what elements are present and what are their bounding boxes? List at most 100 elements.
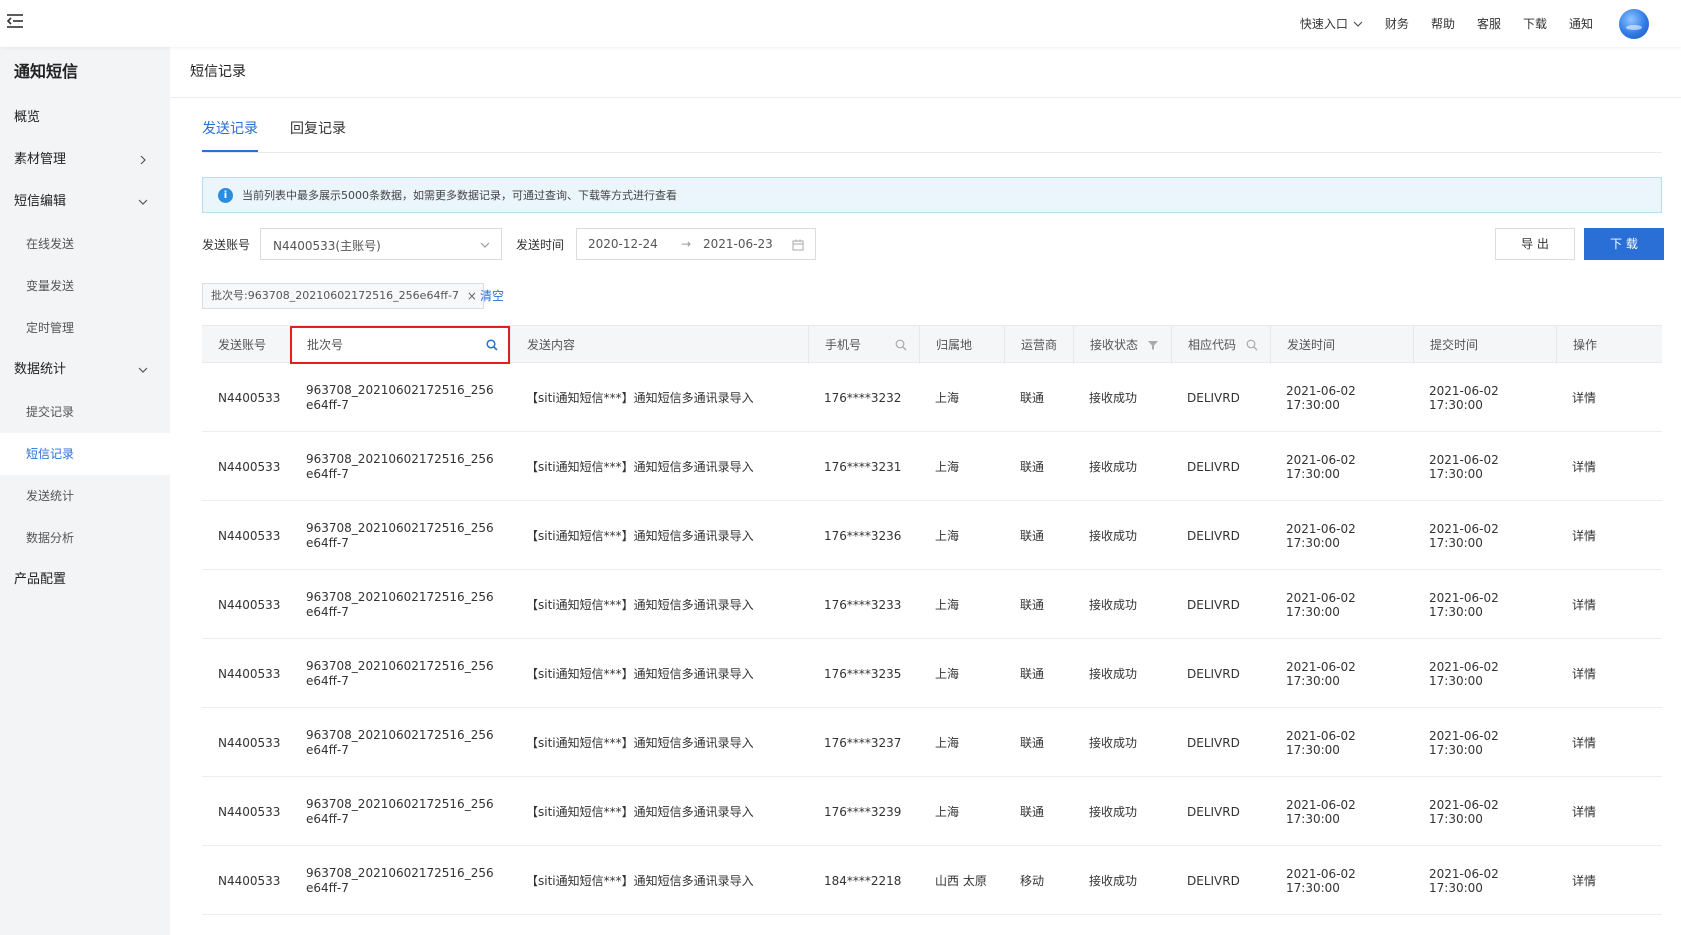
col-submit-time: 提交时间 xyxy=(1413,326,1556,364)
col-receive-status[interactable]: 接收状态 xyxy=(1073,326,1171,364)
cell-batch-number: 963708_20210602172516_256e64ff-7 xyxy=(306,382,494,412)
table-row: N4400533 963708_20210602172516_256e64ff-7… xyxy=(202,777,1662,846)
cell-content: 【siti通知短信***】通知短信多通讯录导入 xyxy=(526,874,754,888)
detail-link[interactable]: 详情 xyxy=(1556,639,1662,708)
cell-send-time: 2021-06-02 17:30:00 xyxy=(1286,521,1356,550)
cell-content: 【siti通知短信***】通知短信多通讯录导入 xyxy=(526,598,754,612)
sidebar-item-sms-edit[interactable]: 短信编辑 xyxy=(0,181,170,223)
cell-send-time: 2021-06-02 17:30:00 xyxy=(1286,797,1356,826)
time-label: 发送时间 xyxy=(516,238,565,252)
cell-response-code: DELIVRD xyxy=(1187,390,1240,405)
sidebar-item-send-stats[interactable]: 发送统计 xyxy=(0,475,170,517)
date-start: 2020-12-24 xyxy=(588,237,658,251)
close-icon[interactable]: × xyxy=(467,284,477,308)
sidebar-item-label: 素材管理 xyxy=(14,152,67,167)
sidebar-item-data-stats[interactable]: 数据统计 xyxy=(0,349,170,391)
cell-submit-time: 2021-06-02 17:30:00 xyxy=(1429,383,1499,412)
nav-download[interactable]: 下载 xyxy=(1523,15,1547,32)
sidebar-item-product-config[interactable]: 产品配置 xyxy=(0,559,170,601)
cell-batch-number: 963708_20210602172516_256e64ff-7 xyxy=(306,727,494,757)
detail-link[interactable]: 详情 xyxy=(1556,777,1662,846)
cell-batch-number: 963708_20210602172516_256e64ff-7 xyxy=(306,520,494,550)
nav-help[interactable]: 帮助 xyxy=(1431,15,1455,32)
cell-send-account: N4400533 xyxy=(218,390,281,405)
detail-link[interactable]: 详情 xyxy=(1556,363,1662,432)
avatar[interactable] xyxy=(1619,8,1649,39)
tab-send-records[interactable]: 发送记录 xyxy=(202,118,258,152)
cell-send-account: N4400533 xyxy=(218,735,281,750)
cell-receive-status: 接收成功 xyxy=(1089,736,1138,750)
detail-link[interactable]: 详情 xyxy=(1556,846,1662,915)
calendar-icon xyxy=(792,239,804,251)
menu-collapse-icon[interactable] xyxy=(4,11,26,31)
col-location: 归属地 xyxy=(919,326,1004,364)
cell-response-code: DELIVRD xyxy=(1187,459,1240,474)
cell-submit-time: 2021-06-02 17:30:00 xyxy=(1429,866,1499,895)
date-range-picker[interactable]: 2020-12-24 → 2021-06-23 xyxy=(576,228,816,260)
col-phone[interactable]: 手机号 xyxy=(808,326,919,364)
nav-customer-service[interactable]: 客服 xyxy=(1477,15,1501,32)
sidebar-item-submit-records[interactable]: 提交记录 xyxy=(0,391,170,433)
cell-phone: 176****3232 xyxy=(824,390,902,405)
info-icon: i xyxy=(218,187,233,203)
cell-send-time: 2021-06-02 17:30:00 xyxy=(1286,590,1356,619)
main-area: 短信记录 发送记录 回复记录 i 当前列表中最多展示5000条数据，如需更多数据… xyxy=(170,47,1681,935)
sidebar-item-online-send[interactable]: 在线发送 xyxy=(0,223,170,265)
cell-send-time: 2021-06-02 17:30:00 xyxy=(1286,452,1356,481)
clear-filters-link[interactable]: 清空 xyxy=(480,287,504,304)
cell-phone: 176****3236 xyxy=(824,528,902,543)
detail-link[interactable]: 详情 xyxy=(1556,501,1662,570)
search-icon[interactable] xyxy=(895,339,907,351)
filter-icon[interactable] xyxy=(1147,339,1159,351)
cell-location: 上海 xyxy=(935,460,960,474)
cell-carrier: 联通 xyxy=(1020,529,1045,543)
cell-receive-status: 接收成功 xyxy=(1089,667,1138,681)
notice-text: 当前列表中最多展示5000条数据，如需更多数据记录，可通过查询、下载等方式进行查… xyxy=(242,189,677,202)
tab-reply-records[interactable]: 回复记录 xyxy=(290,118,346,150)
cell-send-account: N4400533 xyxy=(218,666,281,681)
cell-receive-status: 接收成功 xyxy=(1089,391,1138,405)
cell-location: 上海 xyxy=(935,391,960,405)
content: 发送记录 回复记录 i 当前列表中最多展示5000条数据，如需更多数据记录，可通… xyxy=(202,98,1664,915)
cell-location: 山西 太原 xyxy=(935,874,987,888)
sidebar-item-data-analysis[interactable]: 数据分析 xyxy=(0,517,170,559)
cell-batch-number: 963708_20210602172516_256e64ff-7 xyxy=(306,589,494,619)
nav-notification[interactable]: 通知 xyxy=(1569,15,1593,32)
detail-link[interactable]: 详情 xyxy=(1556,432,1662,501)
chevron-down-icon xyxy=(138,367,148,373)
table-row: N4400533 963708_20210602172516_256e64ff-7… xyxy=(202,363,1662,432)
cell-response-code: DELIVRD xyxy=(1187,597,1240,612)
detail-link[interactable]: 详情 xyxy=(1556,708,1662,777)
account-select[interactable]: N4400533(主账号) xyxy=(260,228,502,260)
sidebar-item-label: 短信编辑 xyxy=(14,194,67,209)
cell-submit-time: 2021-06-02 17:30:00 xyxy=(1429,659,1499,688)
col-phone-label: 手机号 xyxy=(825,338,862,352)
cell-content: 【siti通知短信***】通知短信多通讯录导入 xyxy=(526,529,754,543)
nav-finance[interactable]: 财务 xyxy=(1385,15,1409,32)
cell-carrier: 联通 xyxy=(1020,391,1045,405)
sidebar-item-label: 数据统计 xyxy=(14,362,67,377)
cell-carrier: 移动 xyxy=(1020,874,1045,888)
table-row: N4400533 963708_20210602172516_256e64ff-7… xyxy=(202,432,1662,501)
sidebar-item-scheduled[interactable]: 定时管理 xyxy=(0,307,170,349)
cell-response-code: DELIVRD xyxy=(1187,873,1240,888)
detail-link[interactable]: 详情 xyxy=(1556,570,1662,639)
sidebar-item-materials[interactable]: 素材管理 xyxy=(0,139,170,181)
search-icon[interactable] xyxy=(1246,339,1258,351)
search-icon[interactable] xyxy=(486,339,498,351)
sidebar-item-variable-send[interactable]: 变量发送 xyxy=(0,265,170,307)
download-button[interactable]: 下 载 xyxy=(1584,228,1664,260)
table-body: N4400533 963708_20210602172516_256e64ff-7… xyxy=(202,363,1662,915)
col-response-code[interactable]: 相应代码 xyxy=(1171,326,1270,364)
col-batch-number[interactable]: 批次号 xyxy=(290,326,510,364)
cell-batch-number: 963708_20210602172516_256e64ff-7 xyxy=(306,865,494,895)
cell-send-time: 2021-06-02 17:30:00 xyxy=(1286,383,1356,412)
quick-entry-menu[interactable]: 快速入口 xyxy=(1300,15,1363,32)
export-button[interactable]: 导 出 xyxy=(1495,228,1575,260)
quick-entry-label: 快速入口 xyxy=(1299,17,1348,31)
cell-location: 上海 xyxy=(935,805,960,819)
sidebar-item-sms-records[interactable]: 短信记录 xyxy=(0,433,170,475)
cell-receive-status: 接收成功 xyxy=(1089,598,1138,612)
cell-carrier: 联通 xyxy=(1020,598,1045,612)
sidebar-item-overview[interactable]: 概览 xyxy=(0,97,170,139)
